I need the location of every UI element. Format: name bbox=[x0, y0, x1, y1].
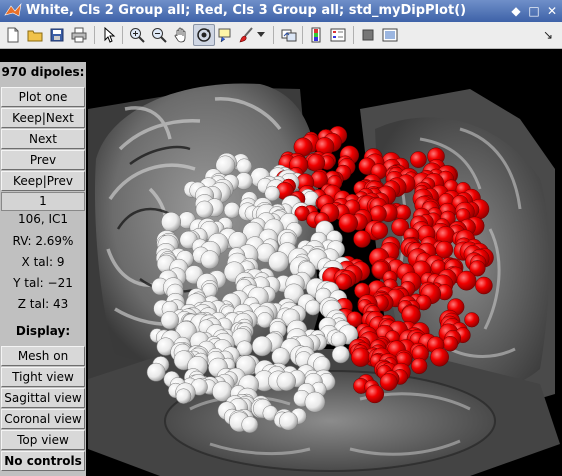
mesh-on-button[interactable]: Mesh on bbox=[1, 346, 85, 366]
dipole-sphere bbox=[411, 357, 428, 375]
dipole-sphere bbox=[271, 347, 290, 366]
data-cursor-icon[interactable] bbox=[215, 25, 235, 45]
dipole-index-field[interactable]: 1 bbox=[1, 192, 85, 211]
maximize-icon[interactable]: □ bbox=[526, 3, 542, 19]
x-tal-label: X tal: 9 bbox=[21, 255, 65, 269]
toolbar-separator bbox=[302, 26, 303, 44]
title-bar: White, Cls 2 Group all; Red, Cls 3 Group… bbox=[0, 0, 562, 23]
coronal-view-button[interactable]: Coronal view bbox=[1, 409, 85, 429]
dipole-sphere bbox=[276, 371, 296, 391]
dipole-sphere bbox=[442, 335, 459, 352]
dipole-sphere bbox=[365, 384, 385, 404]
figure-toolbar: ↘ bbox=[0, 22, 562, 49]
keep-next-button[interactable]: Keep|Next bbox=[1, 108, 85, 128]
toolbar-separator bbox=[353, 26, 354, 44]
toolbar-separator bbox=[94, 26, 95, 44]
window-title: White, Cls 2 Group all; Red, Cls 3 Group… bbox=[25, 3, 467, 18]
dipole-sphere bbox=[307, 153, 326, 172]
save-icon[interactable] bbox=[47, 25, 67, 45]
no-controls-button[interactable]: No controls bbox=[1, 451, 85, 471]
open-file-icon[interactable] bbox=[25, 25, 45, 45]
next-button[interactable]: Next bbox=[1, 129, 85, 149]
dipole-sphere bbox=[330, 331, 347, 348]
dipole-sphere bbox=[331, 345, 350, 364]
undock-arrow-icon[interactable]: ↘ bbox=[538, 25, 558, 45]
dipole-sphere bbox=[353, 230, 371, 248]
dipole-sphere bbox=[268, 251, 289, 273]
colorbar-icon[interactable] bbox=[306, 25, 326, 45]
dipole-sphere bbox=[223, 201, 241, 219]
dipole-sphere bbox=[464, 312, 480, 328]
prev-button[interactable]: Prev bbox=[1, 150, 85, 170]
new-figure-icon[interactable] bbox=[3, 25, 23, 45]
plot-one-button[interactable]: Plot one bbox=[1, 87, 85, 107]
dipole-sphere bbox=[338, 213, 358, 233]
zoom-in-icon[interactable] bbox=[127, 25, 147, 45]
brush-icon[interactable] bbox=[237, 25, 257, 45]
dipole-sphere bbox=[279, 411, 298, 431]
dipole-sphere bbox=[305, 299, 321, 316]
dipole-sphere bbox=[251, 335, 273, 357]
dipole-sphere bbox=[410, 151, 427, 168]
dipole-sphere bbox=[456, 270, 477, 291]
dipole-sphere bbox=[304, 391, 326, 413]
toolbar-separator bbox=[273, 26, 274, 44]
dipole-sphere bbox=[351, 347, 371, 367]
dipole-sphere bbox=[195, 200, 214, 219]
figure-window: White, Cls 2 Group all; Red, Cls 3 Group… bbox=[0, 0, 562, 476]
tight-view-button[interactable]: Tight view bbox=[1, 367, 85, 387]
dropdown-arrow-icon[interactable] bbox=[255, 25, 267, 45]
zoom-out-icon[interactable] bbox=[149, 25, 169, 45]
y-tal-label: Y tal: −21 bbox=[13, 276, 73, 290]
close-icon[interactable]: ✕ bbox=[544, 3, 560, 19]
pointer-icon[interactable] bbox=[99, 25, 119, 45]
link-plot-icon[interactable] bbox=[279, 25, 299, 45]
dipole-sphere bbox=[161, 211, 182, 232]
display-label: Display: bbox=[15, 324, 71, 338]
dipole-sphere bbox=[175, 388, 192, 404]
print-icon[interactable] bbox=[69, 25, 89, 45]
dipole-count-label: 970 dipoles: bbox=[1, 65, 85, 79]
show-plot-tools-icon[interactable] bbox=[380, 25, 400, 45]
legend-icon[interactable] bbox=[328, 25, 348, 45]
keep-prev-button[interactable]: Keep|Prev bbox=[1, 171, 85, 191]
component-label: 106, IC1 bbox=[17, 212, 69, 226]
dipole-sphere bbox=[200, 250, 220, 270]
dipole-sphere bbox=[379, 373, 398, 391]
top-view-button[interactable]: Top view bbox=[1, 430, 85, 450]
pan-hand-icon[interactable] bbox=[171, 25, 191, 45]
dipole-sphere bbox=[370, 221, 389, 240]
menu-icon[interactable]: ◆ bbox=[508, 3, 524, 19]
dipole-sphere bbox=[475, 276, 493, 295]
dipole-sphere bbox=[430, 347, 449, 367]
dipole-sphere bbox=[369, 205, 387, 223]
dipole-sphere bbox=[241, 416, 259, 434]
residual-variance-label: RV: 2.69% bbox=[12, 234, 74, 248]
dipole-sphere bbox=[146, 362, 166, 382]
sagittal-view-button[interactable]: Sagittal view bbox=[1, 388, 85, 408]
z-tal-label: Z tal: 43 bbox=[17, 297, 69, 311]
dipole-sphere bbox=[401, 305, 421, 325]
rotate-3d-icon[interactable] bbox=[193, 24, 215, 46]
control-panel: 970 dipoles: Plot one Keep|Next Next Pre… bbox=[0, 62, 86, 476]
dipole-sphere bbox=[236, 158, 253, 175]
toolbar-separator bbox=[122, 26, 123, 44]
hide-plot-tools-icon[interactable] bbox=[358, 25, 378, 45]
